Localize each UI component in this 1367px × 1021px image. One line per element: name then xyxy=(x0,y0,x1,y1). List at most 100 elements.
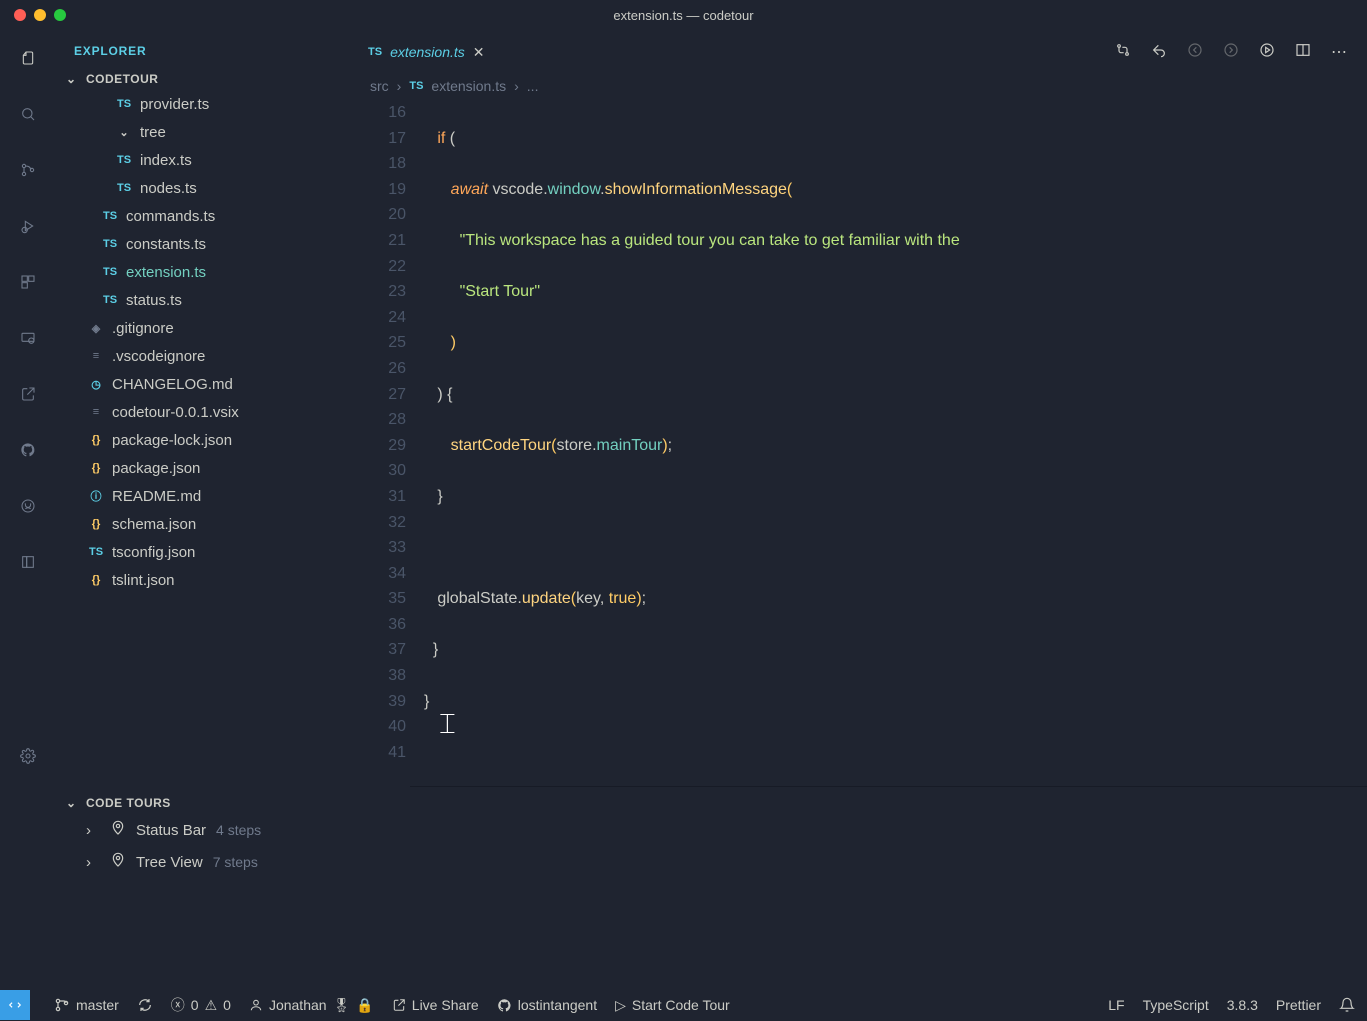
file-item[interactable]: TSextension.ts xyxy=(56,258,354,286)
file-item[interactable]: TS commands.ts xyxy=(56,202,354,230)
file-item[interactable]: TSindex.ts xyxy=(56,146,354,174)
file-icon: TS xyxy=(102,210,118,222)
file-name: tsconfig.json xyxy=(112,544,195,561)
file-name: constants.ts xyxy=(126,236,206,253)
file-icon: {} xyxy=(88,518,104,530)
liveshare-user-status[interactable]: Jonathan 🎖 🔒 xyxy=(249,997,374,1014)
medal-icon: 🎖 xyxy=(333,997,351,1014)
explorer-icon[interactable] xyxy=(14,44,42,72)
file-icon: TS xyxy=(88,546,104,558)
file-name: README.md xyxy=(112,488,201,505)
tour-item[interactable]: ›Tree View 7 steps xyxy=(56,846,410,878)
file-icon: ⓘ xyxy=(88,488,104,504)
chevron-right-icon: › xyxy=(86,822,100,839)
code-editor[interactable]: 1617181920212223242526272829303132333435… xyxy=(354,100,1367,786)
next-change-icon[interactable] xyxy=(1223,42,1239,63)
project-name: CODETOUR xyxy=(86,72,158,86)
file-icon: ◷ xyxy=(88,378,104,391)
file-item[interactable]: TS constants.ts xyxy=(56,230,354,258)
breadcrumb-file[interactable]: extension.ts xyxy=(431,78,506,94)
compare-changes-icon[interactable] xyxy=(1115,42,1131,63)
file-name: tslint.json xyxy=(112,572,175,589)
tour-item[interactable]: ›Status Bar 4 steps xyxy=(56,814,410,846)
more-actions-icon[interactable]: ⋯ xyxy=(1331,42,1347,63)
run-icon[interactable] xyxy=(1259,42,1275,63)
git-branch-status[interactable]: master xyxy=(54,997,119,1013)
activitybar xyxy=(0,30,56,786)
file-item[interactable]: ≡codetour-0.0.1.vsix xyxy=(56,398,354,426)
sync-status[interactable] xyxy=(137,997,153,1013)
breadcrumb-rest[interactable]: ... xyxy=(527,78,539,94)
file-item[interactable]: {}tslint.json xyxy=(56,566,354,594)
file-name: package.json xyxy=(112,460,200,477)
folder-item[interactable]: ⌄tree xyxy=(56,118,354,146)
file-name: schema.json xyxy=(112,516,196,533)
tour-name: Tree View xyxy=(136,854,203,871)
gistpad-icon[interactable] xyxy=(14,492,42,520)
tab-extension-ts[interactable]: TS extension.ts ✕ xyxy=(354,30,499,74)
close-tab-icon[interactable]: ✕ xyxy=(473,44,485,61)
sidebar-header: EXPLORER xyxy=(56,30,354,68)
file-item[interactable]: {} schema.json xyxy=(56,510,354,538)
remote-status-button[interactable] xyxy=(0,990,30,1020)
search-icon[interactable] xyxy=(14,100,42,128)
typescript-icon: TS xyxy=(368,46,382,58)
file-icon: {} xyxy=(88,434,104,446)
file-item[interactable]: ≡.vscodeignore xyxy=(56,342,354,370)
go-back-icon[interactable] xyxy=(1151,42,1167,63)
prev-change-icon[interactable] xyxy=(1187,42,1203,63)
source-control-icon[interactable] xyxy=(14,156,42,184)
chevron-right-icon: › xyxy=(397,78,402,94)
location-pin-icon xyxy=(110,852,126,872)
project-section[interactable]: ⌄ CODETOUR xyxy=(56,68,354,90)
file-name: commands.ts xyxy=(126,208,215,225)
file-icon: TS xyxy=(116,182,132,194)
chevron-right-icon: › xyxy=(514,78,519,94)
file-item[interactable]: TSnodes.ts xyxy=(56,174,354,202)
ts-version-status[interactable]: 3.8.3 xyxy=(1227,997,1258,1013)
file-item[interactable]: TS tsconfig.json xyxy=(56,538,354,566)
eol-status[interactable]: LF xyxy=(1108,997,1124,1013)
problems-status[interactable]: ⓧ0 ⚠0 xyxy=(171,995,231,1015)
zoom-window-button[interactable] xyxy=(54,9,66,21)
codetour-nav-icon[interactable] xyxy=(14,548,42,576)
file-item[interactable]: ◈ .gitignore xyxy=(56,314,354,342)
settings-icon[interactable] xyxy=(14,742,42,770)
prettier-status[interactable]: Prettier xyxy=(1276,997,1321,1013)
tour-name: Status Bar xyxy=(136,822,206,839)
file-icon: ◈ xyxy=(88,322,104,335)
chevron-down-icon: ⌄ xyxy=(116,126,132,139)
feedback-icon[interactable] xyxy=(1339,997,1355,1013)
language-status[interactable]: TypeScript xyxy=(1143,997,1209,1013)
minimize-window-button[interactable] xyxy=(34,9,46,21)
file-item[interactable]: TSprovider.ts xyxy=(56,90,354,118)
codetours-section[interactable]: ⌄ CODE TOURS xyxy=(56,792,410,814)
file-icon: TS xyxy=(102,238,118,250)
file-item[interactable]: TSstatus.ts xyxy=(56,286,354,314)
github-nav-icon[interactable] xyxy=(14,436,42,464)
liveshare-status[interactable]: Live Share xyxy=(392,997,479,1013)
file-item[interactable]: ⓘ README.md xyxy=(56,482,354,510)
file-icon: TS xyxy=(102,266,118,278)
file-item[interactable]: {}package-lock.json xyxy=(56,426,354,454)
remote-icon[interactable] xyxy=(14,324,42,352)
split-editor-icon[interactable] xyxy=(1295,42,1311,63)
sidebar: EXPLORER ⌄ CODETOUR TSprovider.ts⌄treeTS… xyxy=(56,30,354,786)
liveshare-nav-icon[interactable] xyxy=(14,380,42,408)
chevron-down-icon: ⌄ xyxy=(66,796,80,810)
start-codetour-status[interactable]: ▷ Start Code Tour xyxy=(615,997,730,1014)
file-item[interactable]: ◷CHANGELOG.md xyxy=(56,370,354,398)
window-title: extension.ts — codetour xyxy=(613,8,753,23)
breadcrumb[interactable]: src › TS extension.ts › ... xyxy=(354,74,1367,100)
statusbar: master ⓧ0 ⚠0 Jonathan 🎖 🔒 Live Share los… xyxy=(0,990,1367,1020)
breadcrumb-src[interactable]: src xyxy=(370,78,389,94)
tabbar: TS extension.ts ✕ ⋯ xyxy=(354,30,1367,74)
extensions-icon[interactable] xyxy=(14,268,42,296)
file-name: .gitignore xyxy=(112,320,174,337)
debug-icon[interactable] xyxy=(14,212,42,240)
play-icon: ▷ xyxy=(615,997,626,1014)
close-window-button[interactable] xyxy=(14,9,26,21)
github-status[interactable]: lostintangent xyxy=(497,997,597,1013)
text-cursor-icon: ⌶ xyxy=(439,702,456,747)
file-item[interactable]: {}package.json xyxy=(56,454,354,482)
